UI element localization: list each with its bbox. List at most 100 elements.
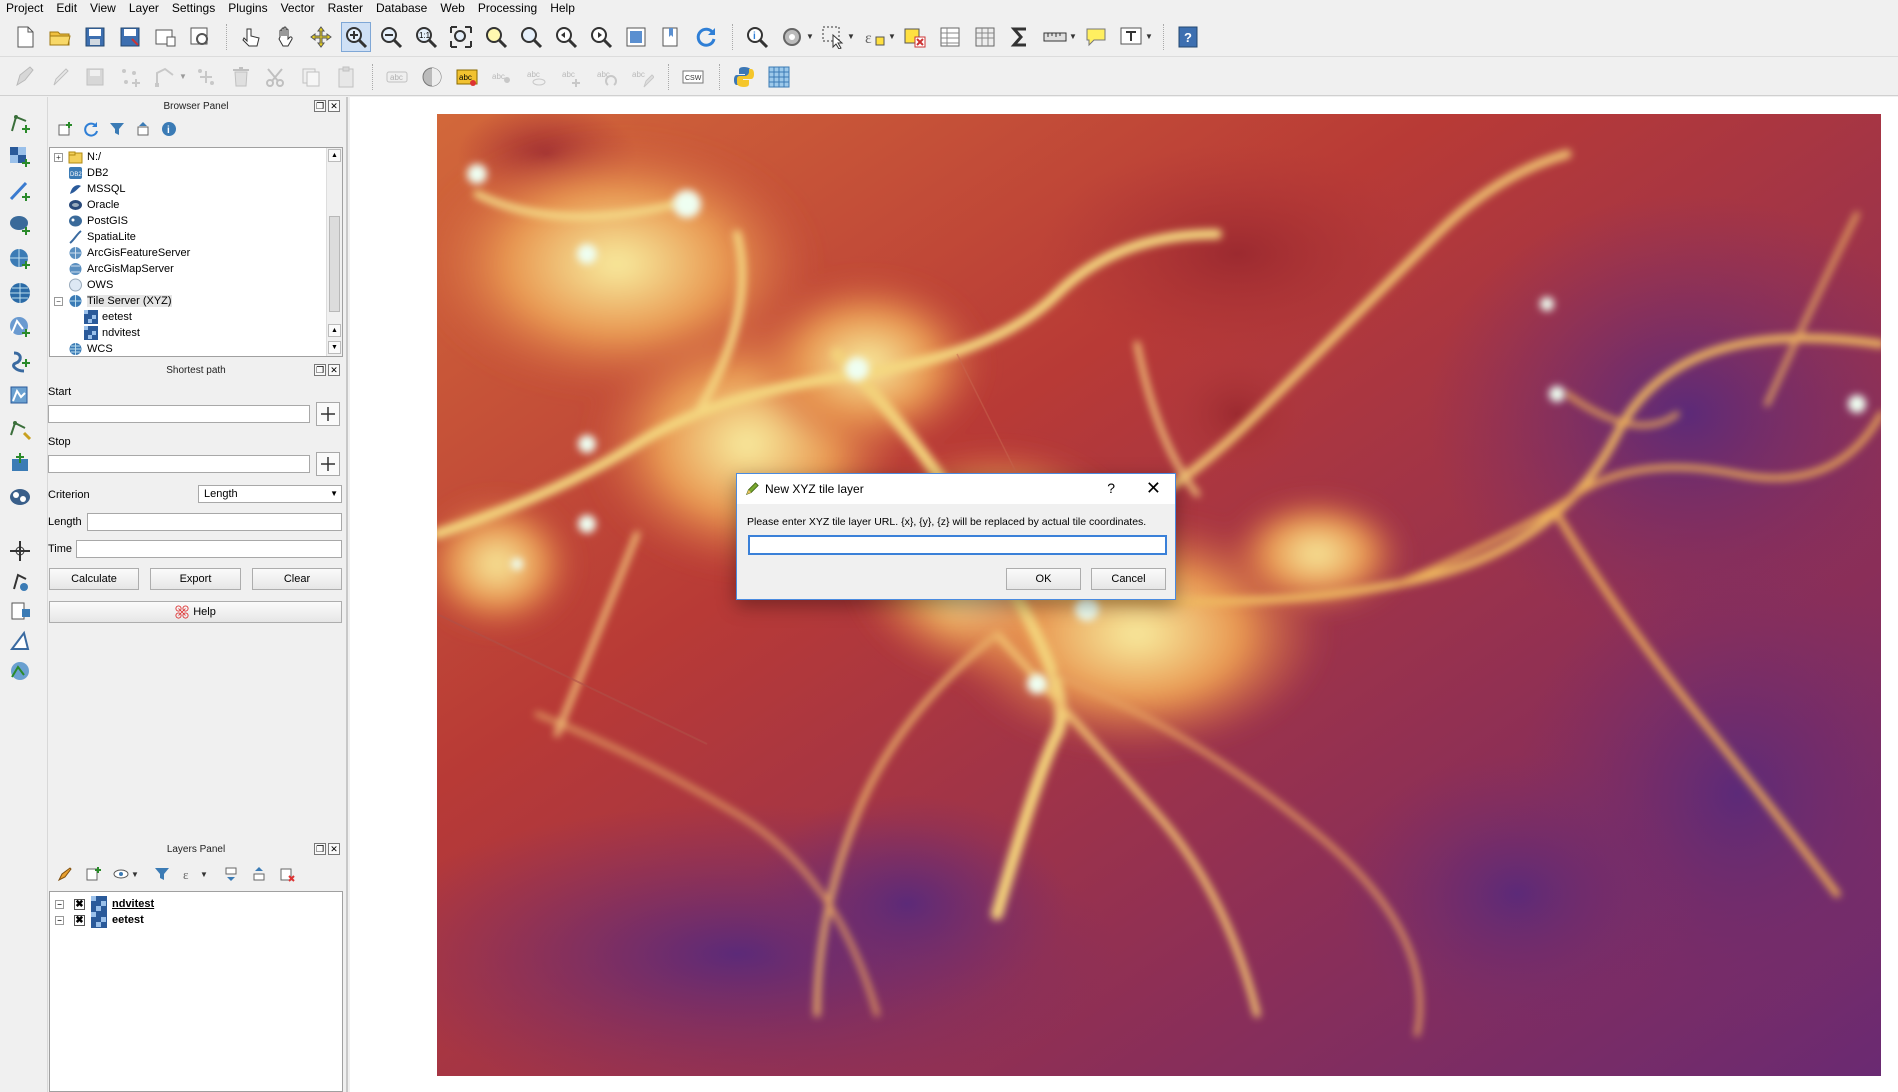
deselect-features-icon[interactable]	[900, 22, 930, 52]
menu-plugins[interactable]: Plugins	[222, 1, 274, 16]
collapse-icon[interactable]: −	[55, 899, 64, 909]
add-delimited-layer-icon[interactable]	[5, 597, 35, 625]
menu-vector[interactable]: Vector	[275, 1, 322, 16]
collapse-icon[interactable]: −	[55, 915, 64, 925]
browser-item[interactable]: ArcGisMapServer	[54, 261, 174, 277]
ok-button[interactable]: OK	[1006, 568, 1081, 590]
pan-to-selection-icon[interactable]	[306, 22, 336, 52]
menu-raster[interactable]: Raster	[322, 1, 370, 16]
stop-point-field[interactable]	[48, 455, 310, 473]
browser-item[interactable]: ArcGisFeatureServer	[54, 245, 190, 261]
current-edits-icon[interactable]	[10, 62, 40, 92]
shortest-path-float-button[interactable]: ❐	[314, 364, 326, 376]
dialog-titlebar[interactable]: New XYZ tile layer ? ✕	[737, 474, 1175, 504]
zoom-to-layer-icon[interactable]	[516, 22, 546, 52]
layers-close-button[interactable]: ✕	[328, 843, 340, 855]
remove-layer-icon[interactable]	[278, 865, 296, 883]
add-wms-layer-icon[interactable]	[5, 245, 35, 273]
scroll-up-icon[interactable]: ▲	[328, 149, 341, 162]
pan-map-icon[interactable]	[271, 22, 301, 52]
help-icon[interactable]: ?	[1107, 480, 1115, 496]
add-vector-layer-icon[interactable]	[5, 109, 35, 137]
select-expression-dropdown-icon[interactable]: ▼	[888, 32, 898, 41]
move-feature-icon[interactable]	[191, 62, 221, 92]
change-label-icon[interactable]: abc	[627, 62, 657, 92]
layout-manager-icon[interactable]	[185, 22, 215, 52]
time-field[interactable]	[76, 540, 342, 558]
layer-row-ndvitest[interactable]: − ✖ ndvitest	[55, 896, 154, 912]
layer-visibility-checkbox[interactable]: ✖	[74, 914, 85, 926]
select-by-expression-icon[interactable]: ε	[859, 22, 889, 52]
vertex-tool-icon[interactable]	[150, 62, 180, 92]
refresh-browser-icon[interactable]	[82, 120, 100, 138]
add-gps-layer-icon[interactable]	[5, 627, 35, 655]
filter-expression-dropdown-icon[interactable]: ▼	[200, 870, 210, 879]
add-selected-layers-icon[interactable]	[56, 120, 74, 138]
clear-button[interactable]: Clear	[252, 568, 342, 590]
scroll-down-icon[interactable]: ▼	[328, 341, 341, 354]
calculate-button[interactable]: Calculate	[49, 568, 139, 590]
close-icon[interactable]: ✕	[1146, 478, 1161, 499]
expand-all-icon[interactable]	[222, 865, 240, 883]
new-shapefile-layer-icon[interactable]	[5, 415, 35, 443]
save-project-icon[interactable]	[80, 22, 110, 52]
layer-row-eetest[interactable]: − ✖ eetest	[55, 912, 144, 928]
menu-processing[interactable]: Processing	[472, 1, 544, 16]
zoom-native-icon[interactable]: 1:1	[411, 22, 441, 52]
csw-search-icon[interactable]: CSW	[678, 62, 708, 92]
select-dropdown-icon[interactable]: ▼	[847, 32, 857, 41]
length-field[interactable]	[87, 513, 342, 531]
georeferencer-icon[interactable]	[5, 537, 35, 565]
cut-features-icon[interactable]	[261, 62, 291, 92]
xyz-url-input[interactable]	[748, 535, 1167, 555]
new-project-icon[interactable]	[10, 22, 40, 52]
browser-item[interactable]: OWS	[54, 277, 113, 293]
python-console-icon[interactable]	[729, 62, 759, 92]
browser-item[interactable]: MSSQL	[54, 181, 126, 197]
menu-database[interactable]: Database	[370, 1, 434, 16]
vertex-dropdown-icon[interactable]: ▼	[179, 72, 189, 81]
add-spatialite-layer-icon[interactable]	[5, 347, 35, 375]
add-wfs-layer-icon[interactable]	[5, 313, 35, 341]
add-virtual-layer-icon[interactable]	[5, 567, 35, 595]
add-raster-layer-icon[interactable]	[5, 143, 35, 171]
highlight-pinned-labels-icon[interactable]: abc	[452, 62, 482, 92]
filter-by-expression-icon[interactable]: ε	[181, 865, 199, 883]
export-button[interactable]: Export	[150, 568, 241, 590]
start-point-field[interactable]	[48, 405, 310, 423]
run-action-dropdown-icon[interactable]: ▼	[806, 32, 816, 41]
criterion-select[interactable]: Length ▼	[198, 485, 342, 503]
browser-scrollbar[interactable]: ▲ ▲ ▼	[326, 148, 342, 356]
filter-legend-icon[interactable]	[153, 865, 171, 883]
pin-labels-icon[interactable]: abc	[487, 62, 517, 92]
save-as-icon[interactable]	[115, 22, 145, 52]
layers-float-button[interactable]: ❐	[314, 843, 326, 855]
new-map-view-icon[interactable]	[621, 22, 651, 52]
identify-features-icon[interactable]: i	[742, 22, 772, 52]
measure-dropdown-icon[interactable]: ▼	[1069, 32, 1079, 41]
add-feature-icon[interactable]	[115, 62, 145, 92]
menu-web[interactable]: Web	[434, 1, 471, 16]
zoom-last-icon[interactable]	[551, 22, 581, 52]
menu-view[interactable]: View	[84, 1, 123, 16]
select-features-icon[interactable]	[818, 22, 848, 52]
collapse-all-layers-icon[interactable]	[250, 865, 268, 883]
label-toolbar-icon[interactable]: abc	[382, 62, 412, 92]
rotate-label-icon[interactable]: abc	[592, 62, 622, 92]
zoom-full-icon[interactable]	[446, 22, 476, 52]
zoom-to-selection-icon[interactable]	[481, 22, 511, 52]
browser-close-button[interactable]: ✕	[328, 100, 340, 112]
browser-item[interactable]: Oracle	[54, 197, 119, 213]
browser-item[interactable]: ndvitest	[82, 325, 140, 341]
zoom-out-icon[interactable]	[376, 22, 406, 52]
open-project-icon[interactable]	[45, 22, 75, 52]
add-oracle-layer-icon[interactable]	[5, 483, 35, 511]
map-themes-dropdown-icon[interactable]: ▼	[131, 870, 141, 879]
pick-stop-button[interactable]	[316, 452, 340, 476]
pick-start-button[interactable]	[316, 402, 340, 426]
browser-item[interactable]: eetest	[82, 309, 132, 325]
browser-item[interactable]: WCS	[54, 341, 113, 356]
map-tips-icon[interactable]	[1081, 22, 1111, 52]
menu-settings[interactable]: Settings	[166, 1, 222, 16]
toggle-editing-icon[interactable]	[45, 62, 75, 92]
